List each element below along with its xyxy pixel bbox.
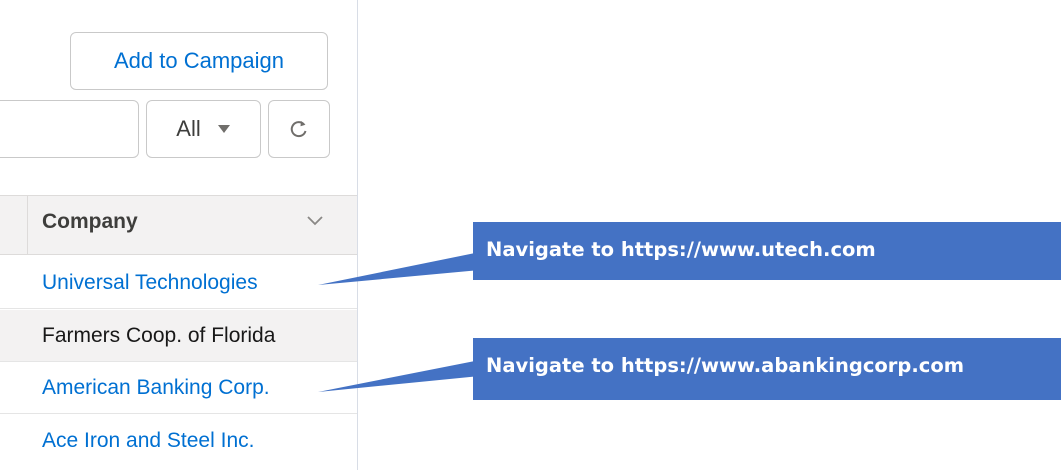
annotation-text: Navigate to https://www.abankingcorp.com — [486, 354, 965, 377]
filter-select[interactable]: All — [146, 100, 261, 158]
company-link[interactable]: American Banking Corp. — [42, 376, 270, 400]
add-to-campaign-button[interactable]: Add to Campaign — [70, 32, 328, 90]
caret-down-icon — [217, 124, 231, 134]
table-row: American Banking Corp. — [0, 362, 357, 414]
table-row: Universal Technologies — [0, 257, 357, 309]
table-row: Farmers Coop. of Florida — [0, 310, 357, 362]
company-link[interactable]: Ace Iron and Steel Inc. — [42, 429, 254, 453]
add-to-campaign-label: Add to Campaign — [114, 48, 284, 73]
column-header-company[interactable]: Company — [42, 210, 138, 234]
refresh-icon — [288, 118, 310, 140]
table-row: Ace Iron and Steel Inc. — [0, 415, 357, 467]
filter-select-value: All — [176, 116, 201, 141]
screenshot-stage: Add to Campaign All Company Universal Te… — [0, 0, 1061, 470]
search-input[interactable] — [0, 100, 139, 158]
chevron-down-icon[interactable] — [306, 214, 324, 232]
company-name: Farmers Coop. of Florida — [42, 324, 276, 347]
annotation-callout: Navigate to https://www.abankingcorp.com — [473, 338, 1061, 400]
related-list-panel: Add to Campaign All Company Universal Te… — [0, 0, 358, 470]
annotation-callout: Navigate to https://www.utech.com — [473, 222, 1061, 280]
company-link[interactable]: Universal Technologies — [42, 271, 258, 295]
refresh-button[interactable] — [268, 100, 330, 158]
annotation-text: Navigate to https://www.utech.com — [486, 238, 876, 261]
column-divider[interactable] — [27, 195, 28, 255]
